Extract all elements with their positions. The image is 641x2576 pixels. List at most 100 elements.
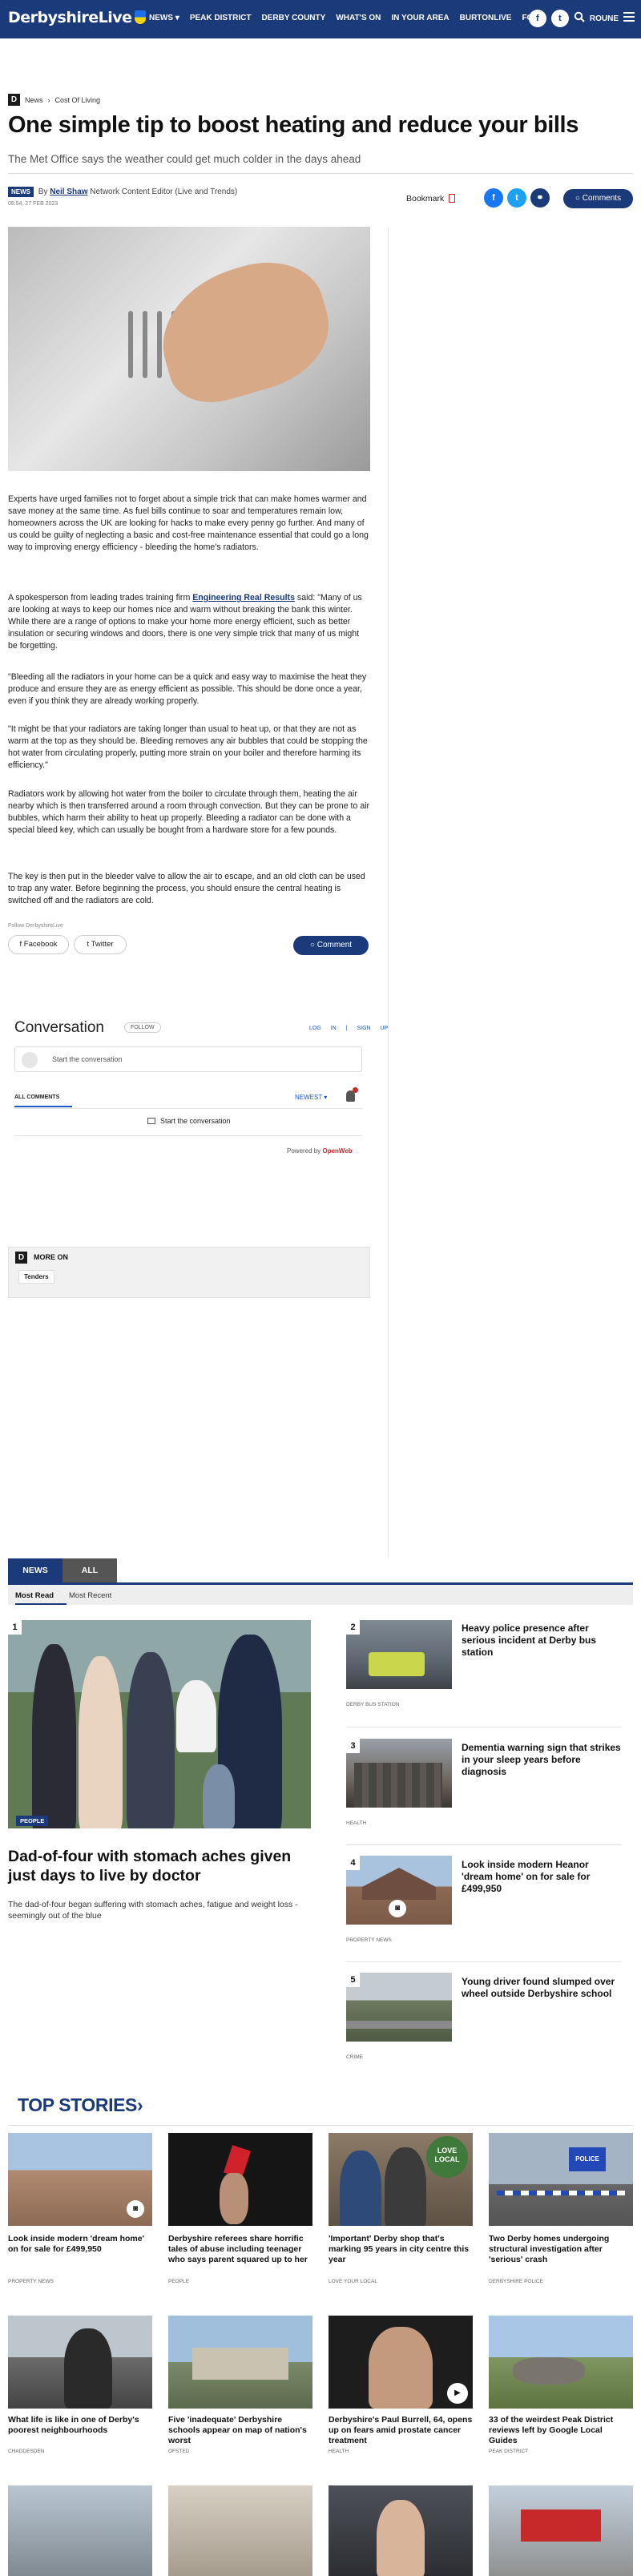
start-conversation-button[interactable]: Start the conversation bbox=[147, 1117, 231, 1125]
author-link[interactable]: Neil Shaw bbox=[50, 187, 87, 196]
article-paragraph: A spokesperson from leading trades train… bbox=[8, 592, 370, 652]
camera-icon: ◙ bbox=[127, 2200, 144, 2218]
story-image[interactable]: 3 bbox=[346, 1739, 452, 1808]
tab-news[interactable]: NEWS bbox=[8, 1558, 62, 1582]
divider bbox=[346, 1844, 622, 1845]
story-category[interactable]: PEOPLE bbox=[168, 2279, 189, 2284]
sort-dropdown[interactable]: NEWEST ▾ bbox=[295, 1094, 327, 1101]
main-story-image[interactable]: 1 PEOPLE bbox=[8, 1620, 311, 1828]
story-image[interactable]: LOVE LOCAL bbox=[329, 2133, 473, 2226]
comments-button[interactable]: ○ Comments bbox=[563, 189, 633, 208]
twitter-share-icon[interactable]: t bbox=[507, 188, 526, 208]
story-image[interactable] bbox=[168, 2133, 312, 2226]
story-image[interactable] bbox=[168, 2316, 312, 2409]
category-badge[interactable]: PEOPLE bbox=[16, 1816, 49, 1826]
story-category[interactable]: PROPERTY NEWS bbox=[346, 1937, 392, 1943]
story-category[interactable]: DERBY BUS STATION bbox=[346, 1702, 399, 1707]
story-image[interactable] bbox=[168, 2485, 312, 2576]
openweb-logo[interactable]: OpenWeb bbox=[322, 1147, 352, 1155]
search-icon[interactable] bbox=[574, 11, 585, 26]
derbyshire-live-d-icon: D bbox=[15, 1252, 27, 1264]
tab-all[interactable]: ALL bbox=[62, 1558, 117, 1582]
nav-icons: f t ROUNE bbox=[528, 10, 635, 27]
story-title[interactable]: 'Important' Derby shop that's marking 95… bbox=[329, 2234, 473, 2265]
menu-icon[interactable] bbox=[623, 11, 635, 26]
story-title[interactable]: What life is like in one of Derby's poor… bbox=[8, 2415, 152, 2436]
signup-link[interactable]: SIGN UP bbox=[357, 1026, 388, 1031]
story-image[interactable]: ◙ 4 bbox=[346, 1856, 452, 1925]
all-comments-tab[interactable]: ALL COMMENTS bbox=[14, 1094, 59, 1100]
news-tabs: NEWS ALL bbox=[8, 1558, 117, 1582]
story-image[interactable] bbox=[489, 2316, 633, 2409]
story-title[interactable]: Derbyshire's Paul Burrell, 64, opens up … bbox=[329, 2415, 473, 2446]
story-category[interactable]: CHADDESDEN bbox=[8, 2449, 45, 2454]
rank-badge: 5 bbox=[346, 1973, 360, 1987]
engineering-real-results-link[interactable]: Engineering Real Results bbox=[192, 593, 295, 603]
story-category[interactable]: HEALTH bbox=[346, 1820, 366, 1826]
copy-link-icon[interactable]: ⚭ bbox=[530, 188, 550, 208]
avatar bbox=[22, 1052, 38, 1068]
conversation-input[interactable]: Start the conversation bbox=[14, 1046, 362, 1072]
comments-button-label: Comments bbox=[582, 194, 622, 203]
most-read-subtabs: Most Read Most Recent bbox=[8, 1582, 633, 1605]
account-link[interactable]: ROUNE bbox=[590, 14, 619, 23]
main-story-title[interactable]: Dad-of-four with stomach aches given jus… bbox=[8, 1847, 311, 1885]
story-title[interactable]: Five 'inadequate' Derbyshire schools app… bbox=[168, 2415, 312, 2446]
chevron-right-icon: › bbox=[137, 2094, 143, 2115]
story-image[interactable] bbox=[8, 2316, 152, 2409]
facebook-icon[interactable]: f bbox=[528, 10, 546, 27]
story-category[interactable]: PEAK DISTRICT bbox=[489, 2449, 528, 2454]
ukraine-flag-icon bbox=[134, 10, 146, 24]
story-title[interactable]: Two Derby homes undergoing structural in… bbox=[489, 2234, 633, 2265]
tab-most-read[interactable]: Most Read bbox=[15, 1591, 54, 1600]
story-image[interactable]: 5 bbox=[346, 1973, 452, 2042]
story-category[interactable]: LOVE YOUR LOCAL bbox=[329, 2279, 377, 2284]
story-category[interactable]: CRIME bbox=[346, 2054, 363, 2060]
story-title[interactable]: Young driver found slumped over wheel ou… bbox=[462, 1976, 622, 2000]
follow-conversation-button[interactable]: FOLLOW bbox=[124, 1022, 161, 1033]
site-logo[interactable]: DerbyshireLive bbox=[8, 9, 146, 26]
story-image[interactable]: ▶ bbox=[329, 2316, 473, 2409]
login-link[interactable]: LOG IN bbox=[309, 1026, 337, 1031]
nav-link-whats-on[interactable]: WHAT'S ON bbox=[336, 14, 381, 22]
story-category[interactable]: HEALTH bbox=[329, 2449, 349, 2454]
story-image[interactable] bbox=[8, 2485, 152, 2576]
story-category[interactable]: OFSTED bbox=[168, 2449, 189, 2454]
story-image[interactable]: POLICE bbox=[489, 2133, 633, 2226]
story-title[interactable]: Dementia warning sign that strikes in yo… bbox=[462, 1742, 622, 1778]
story-image[interactable]: 2 bbox=[346, 1620, 452, 1689]
notification-bell-icon[interactable] bbox=[346, 1087, 358, 1102]
camera-icon: ◙ bbox=[389, 1900, 406, 1917]
article-paragraph: Radiators work by allowing hot water fro… bbox=[8, 789, 370, 835]
breadcrumb-news[interactable]: News bbox=[25, 96, 43, 104]
bookmark-icon bbox=[449, 194, 456, 203]
facebook-share-icon[interactable]: f bbox=[484, 188, 503, 208]
breadcrumb-cost-of-living[interactable]: Cost Of Living bbox=[55, 96, 101, 104]
twitter-icon[interactable]: t bbox=[550, 10, 569, 27]
top-stories-heading[interactable]: TOP STORIES› bbox=[18, 2094, 143, 2116]
story-title[interactable]: Heavy police presence after serious inci… bbox=[462, 1623, 622, 1659]
story-title[interactable]: Look inside modern 'dream home' on for s… bbox=[8, 2234, 152, 2255]
story-image[interactable]: ◙ bbox=[8, 2133, 152, 2226]
tab-most-recent[interactable]: Most Recent bbox=[69, 1591, 111, 1600]
bookmark-button[interactable]: Bookmark bbox=[406, 194, 456, 204]
nav-link-derby-county[interactable]: DERBY COUNTY bbox=[261, 14, 325, 22]
nav-link-news[interactable]: NEWS ▾ bbox=[149, 14, 179, 22]
nav-link-burtonlive[interactable]: BURTONLIVE bbox=[460, 14, 512, 22]
nav-link-peak-district[interactable]: PEAK DISTRICT bbox=[190, 14, 252, 22]
twitter-share-button[interactable]: t Twitter bbox=[74, 935, 127, 954]
story-category[interactable]: DERBYSHIRE POLICE bbox=[489, 2279, 543, 2284]
comment-button[interactable]: ○ Comment bbox=[293, 936, 369, 955]
facebook-share-button[interactable]: f Facebook bbox=[8, 935, 69, 954]
story-image[interactable] bbox=[489, 2485, 633, 2576]
tag-tenders[interactable]: Tenders bbox=[18, 1270, 54, 1284]
play-icon[interactable]: ▶ bbox=[447, 2383, 468, 2404]
story-title[interactable]: 33 of the weirdest Peak District reviews… bbox=[489, 2415, 633, 2446]
story-category[interactable]: PROPERTY NEWS bbox=[8, 2279, 54, 2284]
powered-by: Powered by OpenWeb bbox=[287, 1147, 353, 1155]
story-title[interactable]: Derbyshire referees share horrific tales… bbox=[168, 2234, 312, 2265]
nav-link-in-your-area[interactable]: IN YOUR AREA bbox=[391, 14, 449, 22]
story-title[interactable]: Look inside modern Heanor 'dream home' o… bbox=[462, 1859, 622, 1895]
story-image[interactable] bbox=[329, 2485, 473, 2576]
derbyshire-live-d-icon[interactable]: D bbox=[8, 94, 20, 106]
